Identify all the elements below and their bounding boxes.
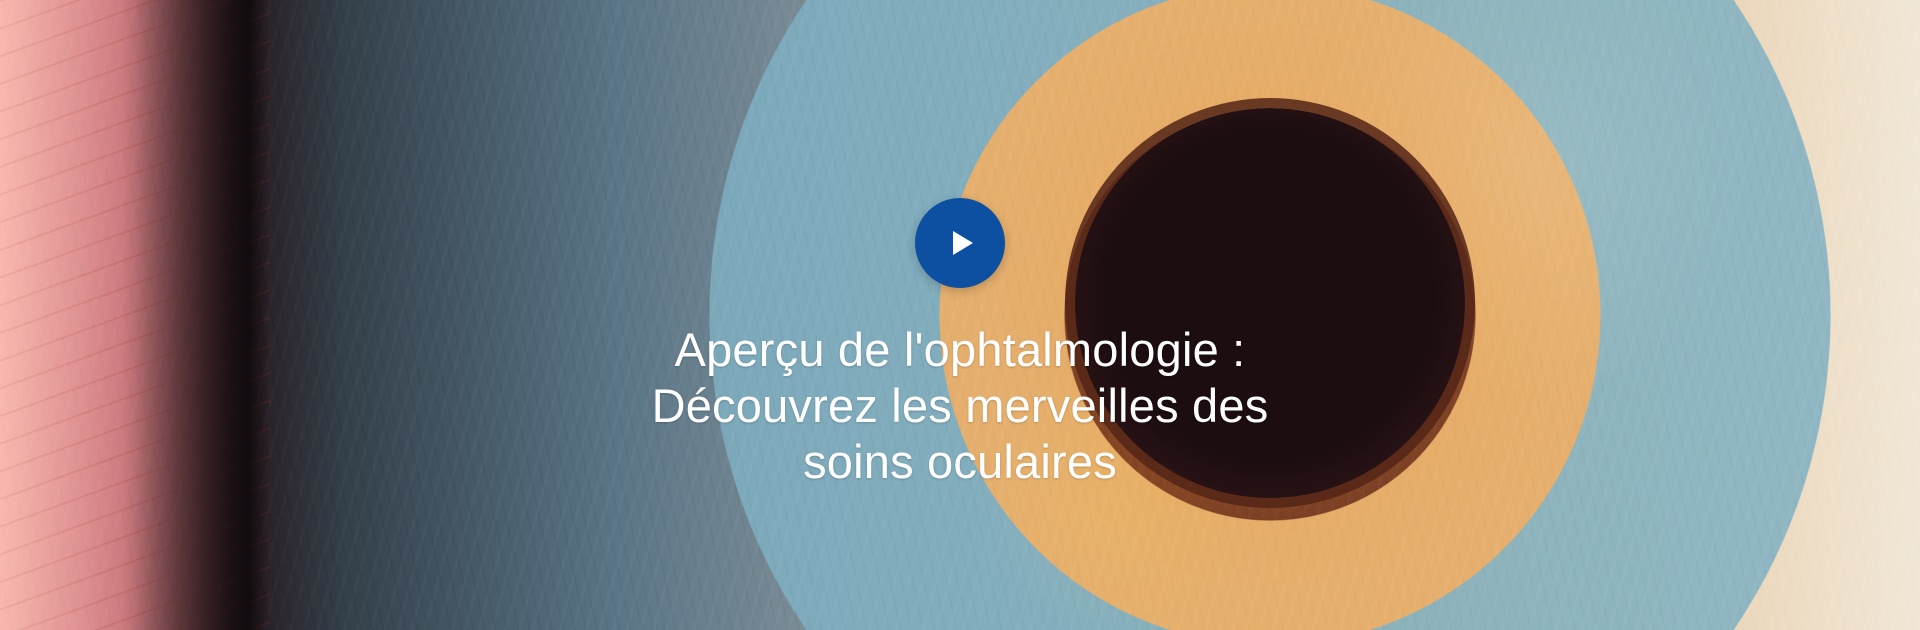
hero-title-line-1: Aperçu de l'ophtalmologie : [674, 323, 1246, 376]
hero-content: Aperçu de l'ophtalmologie : Découvrez le… [595, 198, 1325, 490]
hero-title-line-2: Découvrez les merveilles des [651, 379, 1269, 432]
play-icon [952, 231, 973, 255]
hero-title: Aperçu de l'ophtalmologie : Découvrez le… [595, 322, 1325, 490]
hero-section: Aperçu de l'ophtalmologie : Découvrez le… [0, 0, 1920, 630]
play-video-button[interactable] [915, 198, 1005, 288]
hero-title-line-3: soins oculaires [803, 435, 1117, 488]
